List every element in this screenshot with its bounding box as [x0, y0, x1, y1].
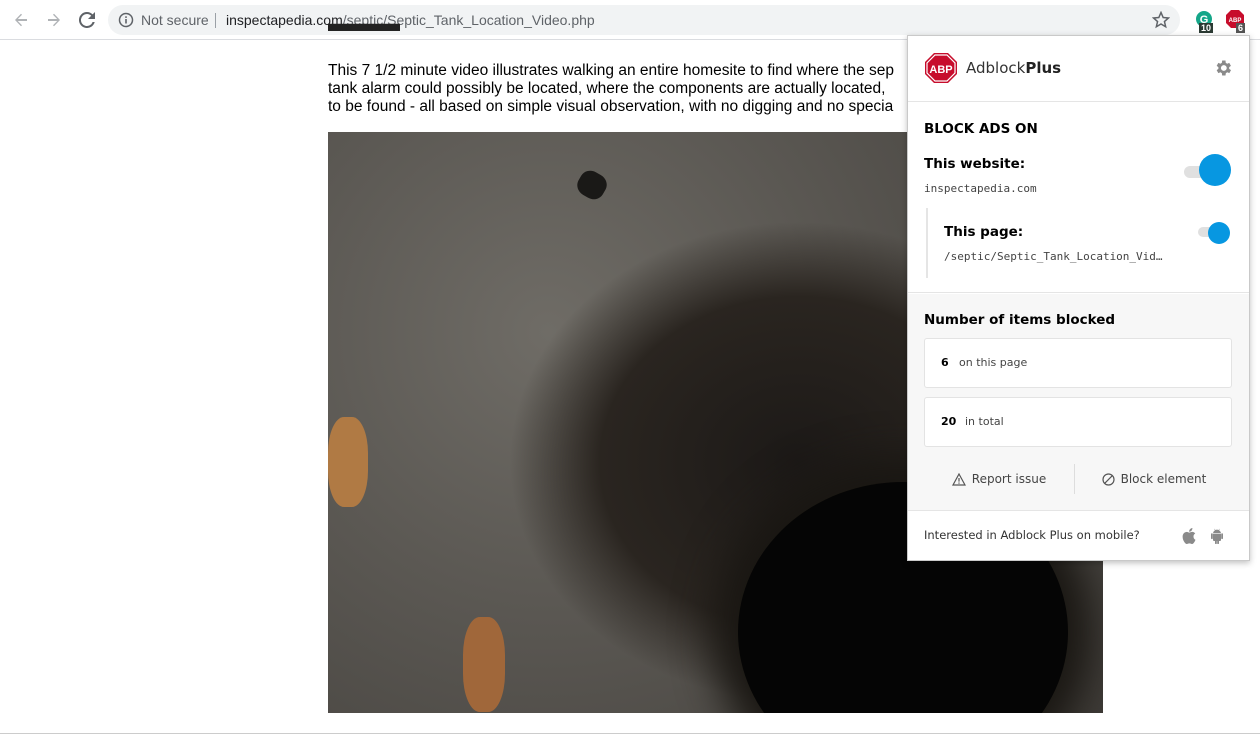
grammarly-badge: 10 — [1199, 23, 1214, 33]
leaf-debris — [463, 617, 505, 712]
back-arrow-icon — [15, 13, 27, 27]
reload-icon — [79, 12, 95, 28]
warning-triangle-icon — [951, 472, 966, 486]
block-ads-section: BLOCK ADS ON This website: inspectapedia… — [908, 102, 1249, 293]
android-icon[interactable] — [1210, 528, 1224, 544]
website-label: This website: — [924, 156, 1026, 172]
block-element-button[interactable]: Block element — [1075, 462, 1233, 496]
adblock-logo-icon: ABP — [925, 53, 957, 83]
blocked-total-count: 20 — [941, 415, 957, 428]
apple-icon[interactable] — [1182, 528, 1196, 544]
adblock-plus-extension-icon[interactable]: ABP 6 — [1226, 10, 1246, 33]
block-circle-icon — [1102, 472, 1115, 486]
abp-logo-text: ABP — [929, 64, 952, 76]
page-bottom-divider — [0, 733, 1260, 734]
abp-header: ABP AdblockPlus — [908, 36, 1249, 102]
forward-button[interactable] — [42, 8, 66, 32]
abp-brand-name: AdblockPlus — [966, 59, 1061, 77]
page-toggle-knob — [1208, 222, 1230, 244]
security-label[interactable]: Not secure — [141, 12, 209, 28]
website-toggle-knob — [1199, 154, 1231, 186]
omnibox-divider — [215, 13, 216, 28]
website-value: inspectapedia.com — [924, 182, 1037, 195]
page-value: /septic/Septic_Tank_Location_Vid… — [944, 250, 1163, 263]
bookmark-star-icon[interactable] — [1152, 11, 1170, 29]
block-element-label: Block element — [1120, 472, 1207, 486]
leaf-debris — [328, 417, 368, 507]
blocked-total-card: 20 in total — [924, 397, 1232, 447]
back-button[interactable] — [9, 8, 33, 32]
blocked-page-count: 6 — [941, 356, 949, 369]
page-label: This page: — [944, 224, 1024, 240]
blocked-page-label: on this page — [959, 356, 1028, 369]
grammarly-extension-icon[interactable]: G 10 — [1195, 10, 1214, 33]
block-ads-title: BLOCK ADS ON — [924, 121, 1038, 137]
blocked-total-label: in total — [965, 415, 1004, 428]
items-blocked-title: Number of items blocked — [924, 312, 1116, 328]
mobile-prompt: Interested in Adblock Plus on mobile? — [924, 528, 1140, 542]
address-bar[interactable]: Not secure inspectapedia.com/septic/Sept… — [108, 5, 1180, 35]
dark-chip — [573, 166, 611, 204]
brand-light: Adblock — [966, 59, 1026, 77]
report-issue-label: Report issue — [971, 472, 1047, 486]
browser-toolbar: Not secure inspectapedia.com/septic/Sept… — [0, 0, 1260, 40]
reload-button[interactable] — [75, 8, 99, 32]
page-heading-cropped: ▬▬▬ — [328, 22, 400, 37]
page-indent-bar — [926, 208, 928, 278]
report-issue-button[interactable]: Report issue — [924, 462, 1074, 496]
info-icon[interactable] — [118, 12, 134, 28]
brand-bold: Plus — [1025, 59, 1062, 77]
blocked-on-page-card: 6 on this page — [924, 338, 1232, 388]
adblock-badge: 6 — [1236, 23, 1246, 33]
url-domain: inspectapedia.com — [226, 12, 343, 28]
adblock-plus-popup: ABP AdblockPlus BLOCK ADS ON This websit… — [907, 35, 1250, 561]
gear-icon[interactable] — [1213, 58, 1233, 78]
forward-arrow-icon — [48, 13, 60, 27]
